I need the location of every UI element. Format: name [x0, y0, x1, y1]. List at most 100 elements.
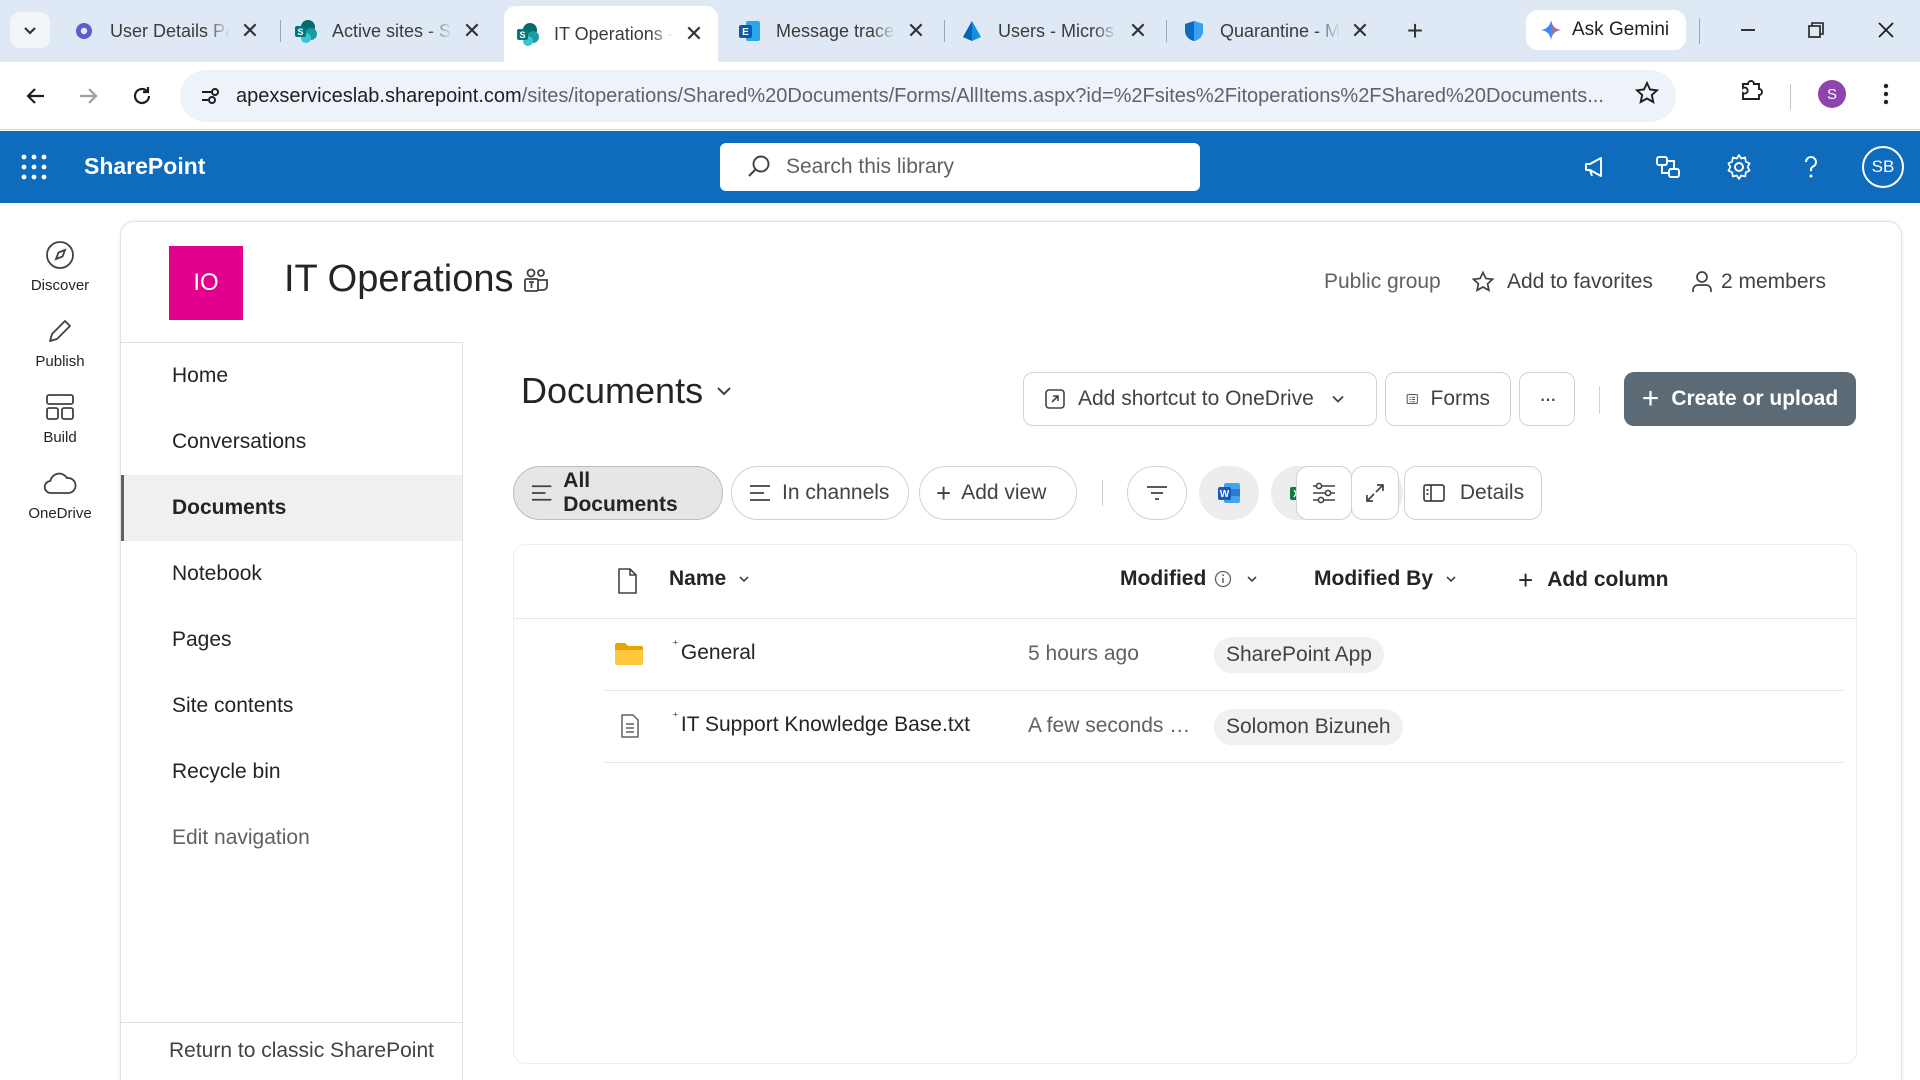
browser-tab[interactable]: E Message trace ✕	[726, 10, 940, 52]
close-icon[interactable]: ✕	[682, 21, 706, 46]
appbar-discover[interactable]: Discover	[0, 237, 120, 294]
nav-item-documents[interactable]: Documents	[121, 475, 462, 541]
close-icon[interactable]: ✕	[1126, 18, 1150, 43]
address-bar[interactable]: apexserviceslab.sharepoint.com/sites/ito…	[180, 70, 1676, 122]
view-all-documents[interactable]: All Documents	[513, 466, 723, 520]
appbar-build[interactable]: Build	[0, 389, 120, 446]
members-button[interactable]: 2 members	[1691, 270, 1826, 294]
site-card: IO IT Operations Public group Add to fav…	[120, 221, 1902, 1080]
details-pane-icon	[1423, 484, 1445, 502]
item-name-link[interactable]: ⁺ IT Support Knowledge Base.txt	[672, 709, 970, 737]
new-tab-button[interactable]: +	[1398, 14, 1432, 48]
chevron-down-icon	[717, 387, 731, 396]
url-host: apexserviceslab.sharepoint.com	[236, 84, 522, 107]
forms-button[interactable]: Forms	[1385, 372, 1511, 426]
nav-item-site-contents[interactable]: Site contents	[121, 673, 462, 739]
nav-item-conversations[interactable]: Conversations	[121, 409, 462, 475]
app-bar: Discover Publish Build OneDrive	[0, 203, 120, 1080]
close-window-button[interactable]	[1866, 12, 1906, 48]
view-in-channels[interactable]: In channels	[731, 466, 909, 520]
more-vertical-icon[interactable]	[1874, 78, 1898, 110]
help-question-icon[interactable]	[1793, 149, 1829, 185]
close-icon[interactable]: ✕	[1348, 18, 1372, 43]
add-to-favorites-button[interactable]: Add to favorites	[1471, 270, 1653, 294]
return-to-classic-link[interactable]: Return to classic SharePoint	[121, 1022, 462, 1078]
toolbar-separator	[1102, 480, 1103, 506]
item-modified-by[interactable]: SharePoint App	[1214, 637, 1384, 673]
create-or-upload-label: Create or upload	[1671, 387, 1839, 410]
sharepoint-brand-link[interactable]: SharePoint	[84, 153, 205, 180]
browser-tab-active[interactable]: S IT Operations - ✕	[504, 6, 718, 62]
tab-separator	[944, 20, 945, 42]
browser-tab[interactable]: User Details Pa ✕	[60, 10, 274, 52]
connections-icon[interactable]	[1650, 149, 1686, 185]
site-title[interactable]: IT Operations	[284, 258, 514, 301]
new-word-document-button[interactable]: W	[1199, 466, 1259, 520]
app-launcher-waffle-icon[interactable]	[20, 153, 48, 181]
megaphone-icon[interactable]	[1578, 149, 1614, 185]
appbar-onedrive[interactable]: OneDrive	[0, 465, 120, 522]
extensions-puzzle-icon[interactable]	[1738, 76, 1764, 102]
close-icon[interactable]: ✕	[238, 18, 262, 43]
column-modified-by-label: Modified By	[1314, 567, 1433, 590]
text-file-icon	[620, 713, 640, 739]
column-header-modified[interactable]: Modified	[1120, 567, 1258, 591]
minimize-button[interactable]	[1728, 12, 1768, 48]
file-type-column-icon[interactable]	[616, 567, 638, 595]
back-button[interactable]	[16, 76, 56, 116]
library-title[interactable]: Documents	[521, 370, 733, 412]
user-avatar[interactable]: SB	[1862, 146, 1904, 188]
close-icon[interactable]: ✕	[460, 18, 484, 43]
exchange-icon: E	[738, 19, 762, 43]
add-column-button[interactable]: + Add column	[1518, 567, 1669, 593]
nav-item-edit-navigation[interactable]: Edit navigation	[121, 805, 462, 871]
view-options-button[interactable]	[1296, 466, 1352, 520]
nav-item-home[interactable]: Home	[121, 343, 462, 409]
add-shortcut-button[interactable]: Add shortcut to OneDrive	[1023, 372, 1377, 426]
browser-tab[interactable]: S Active sites - S ✕	[282, 10, 496, 52]
item-modified: 5 hours ago	[1028, 642, 1139, 665]
nav-item-notebook[interactable]: Notebook	[121, 541, 462, 607]
add-view-button[interactable]: + Add view	[919, 466, 1077, 520]
more-actions-button[interactable]: ···	[1519, 372, 1575, 426]
nav-item-recycle-bin[interactable]: Recycle bin	[121, 739, 462, 805]
ask-gemini-button[interactable]: Ask Gemini	[1526, 10, 1686, 50]
plus-icon: +	[1518, 565, 1534, 595]
browser-tab[interactable]: Users - Micros ✕	[948, 10, 1162, 52]
browser-tab[interactable]: Quarantine - M ✕	[1170, 10, 1384, 52]
library-search-box[interactable]	[720, 143, 1200, 191]
new-item-sparkle-icon: ⁺	[672, 709, 679, 724]
forward-button[interactable]	[68, 76, 108, 116]
create-or-upload-button[interactable]: + Create or upload	[1624, 372, 1856, 426]
site-logo[interactable]: IO	[169, 246, 243, 320]
reload-button[interactable]	[122, 76, 162, 116]
list-item[interactable]: ⁺ IT Support Knowledge Base.txt A few se…	[604, 691, 1844, 763]
bookmark-star-icon[interactable]	[1634, 80, 1660, 106]
build-icon	[42, 389, 78, 425]
forms-icon	[1406, 394, 1418, 404]
svg-text:S: S	[297, 27, 303, 37]
close-icon[interactable]: ✕	[904, 18, 928, 43]
privacy-label: Public group	[1324, 270, 1441, 293]
search-input[interactable]	[786, 155, 1166, 179]
list-item[interactable]: ⁺ General 5 hours ago SharePoint App	[604, 619, 1844, 691]
item-name-link[interactable]: ⁺ General	[672, 637, 756, 665]
teams-group-icon[interactable]	[523, 268, 551, 294]
tab-separator	[1166, 20, 1167, 42]
site-info-icon[interactable]	[190, 76, 230, 116]
filter-button[interactable]	[1127, 466, 1187, 520]
restore-button[interactable]	[1796, 12, 1836, 48]
tab-search-button[interactable]	[10, 12, 50, 48]
sharepoint-icon: S	[516, 22, 540, 46]
settings-gear-icon[interactable]	[1721, 149, 1757, 185]
column-header-modified-by[interactable]: Modified By	[1314, 567, 1457, 591]
nav-item-pages[interactable]: Pages	[121, 607, 462, 673]
details-pane-button[interactable]: Details	[1404, 466, 1542, 520]
column-header-name[interactable]: Name	[669, 567, 750, 591]
profile-avatar[interactable]: S	[1818, 80, 1846, 108]
item-modified-by[interactable]: Solomon Bizuneh	[1214, 709, 1403, 745]
suite-bar: SharePoint SB	[0, 131, 1920, 203]
publish-pen-icon	[42, 313, 78, 349]
expand-button[interactable]	[1351, 466, 1399, 520]
appbar-publish[interactable]: Publish	[0, 313, 120, 370]
